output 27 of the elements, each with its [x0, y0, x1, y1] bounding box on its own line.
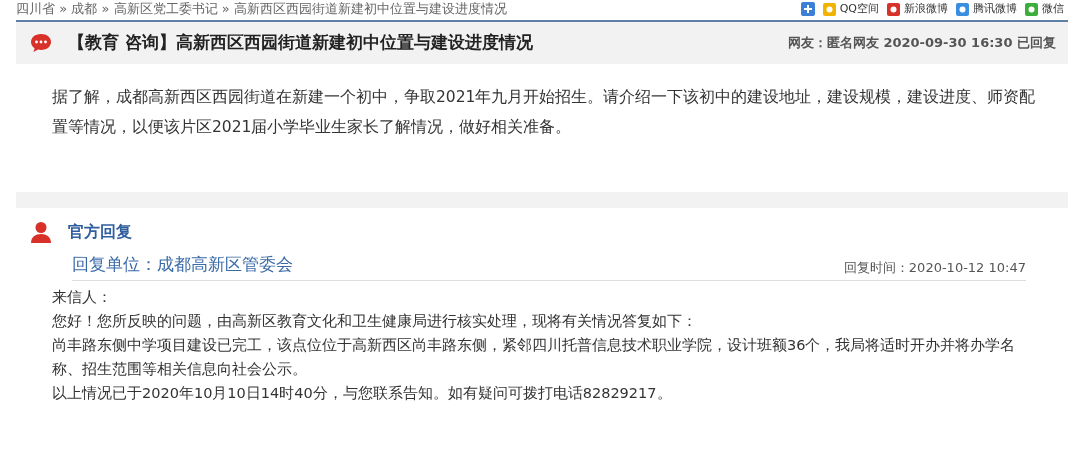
question-text: 据了解，成都高新西区西园街道在新建一个初中，争取2021年九月开始招生。请介绍一下该初中的建设地址，建设规模，建设进度、师资配置等情况，以便该片区2021届小学毕业生家长了解情况，做好相关准备。: [51, 87, 1037, 138]
reply-paragraph: 以上情况已于2020年10月10日14时40分，与您联系告知。如有疑问可拨打电话82829217。: [52, 383, 673, 403]
reply-paragraph: 尚丰路东侧中学项目建设已完工，该点位位于高新西区尚丰路东侧，紧邻四川托普信息技术职业学院，设计班额36个，我局将适时开办并将办学名称、招生范围等相关信息向社会公示。: [52, 335, 1017, 379]
add-icon[interactable]: [800, 2, 815, 16]
reply-paragraph: 来信人：: [52, 287, 113, 307]
breadcrumb-link[interactable]: 成都: [71, 1, 98, 16]
breadcrumb-separator: »: [101, 1, 110, 16]
share-link[interactable]: QQ空间: [839, 0, 879, 18]
reply-heading: 官方回复: [68, 221, 132, 243]
breadcrumb-link[interactable]: 高新区党工委书记: [113, 1, 218, 16]
share-link[interactable]: 新浪微博: [904, 0, 948, 18]
question-title: 【教育 咨询】高新西区西园街道新建初中位置与建设进度情况: [68, 31, 533, 55]
question-meta: 网友：匿名网友 2020-09-30 16:30 已回复: [787, 34, 1056, 53]
person-icon: [30, 221, 52, 243]
chat-bubble-icon: [30, 33, 52, 53]
breadcrumb-separator: »: [221, 1, 230, 16]
share-link[interactable]: 腾讯微博: [973, 0, 1017, 18]
share-link[interactable]: 微信: [1042, 0, 1064, 18]
breadcrumb-separator: »: [59, 1, 68, 16]
share-icon[interactable]: [887, 2, 900, 16]
share-icon[interactable]: [1025, 2, 1038, 16]
reply-time: 回复时间：2020-10-12 10:47: [843, 259, 1026, 277]
reply-paragraph: 您好！您所反映的问题，由高新区教育文化和卫生健康局进行核实处理，现将有关情况答复如下：: [52, 311, 698, 331]
reply-unit: 回复单位：成都高新区管委会: [72, 253, 293, 276]
breadcrumb-link[interactable]: 高新西区西园街道新建初中位置与建设进度情况: [233, 1, 507, 16]
breadcrumb-link[interactable]: 四川省: [16, 1, 55, 16]
share-icon[interactable]: [956, 2, 969, 16]
